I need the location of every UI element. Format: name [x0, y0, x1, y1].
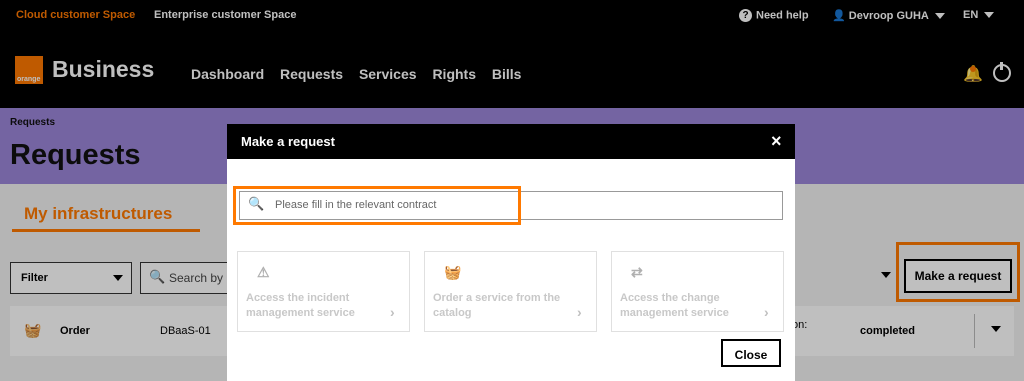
- close-icon[interactable]: ×: [771, 131, 782, 152]
- warning-icon: ⚠: [257, 264, 270, 280]
- catalog-card-label: Order a service from the catalog: [433, 292, 561, 319]
- change-card[interactable]: ⇄ Access the change management service ›: [611, 251, 784, 332]
- incident-card[interactable]: ⚠ Access the incident management service…: [237, 251, 410, 332]
- close-button[interactable]: Close: [721, 339, 781, 367]
- change-card-label: Access the change management service: [620, 292, 729, 319]
- chevron-right-icon: ›: [390, 304, 395, 320]
- basket-icon: 🧺: [444, 264, 462, 280]
- modal-title: Make a request: [241, 134, 335, 149]
- catalog-card[interactable]: 🧺 Order a service from the catalog ›: [424, 251, 597, 332]
- chevron-right-icon: ›: [577, 304, 582, 320]
- highlight-outline: [233, 186, 521, 225]
- arrows-icon: ⇄: [631, 264, 643, 280]
- incident-card-label: Access the incident management service: [246, 292, 355, 319]
- chevron-right-icon: ›: [764, 304, 769, 320]
- modal-header: Make a request ×: [227, 124, 795, 159]
- make-request-modal: Make a request × 🔍 Please fill in the re…: [227, 124, 795, 381]
